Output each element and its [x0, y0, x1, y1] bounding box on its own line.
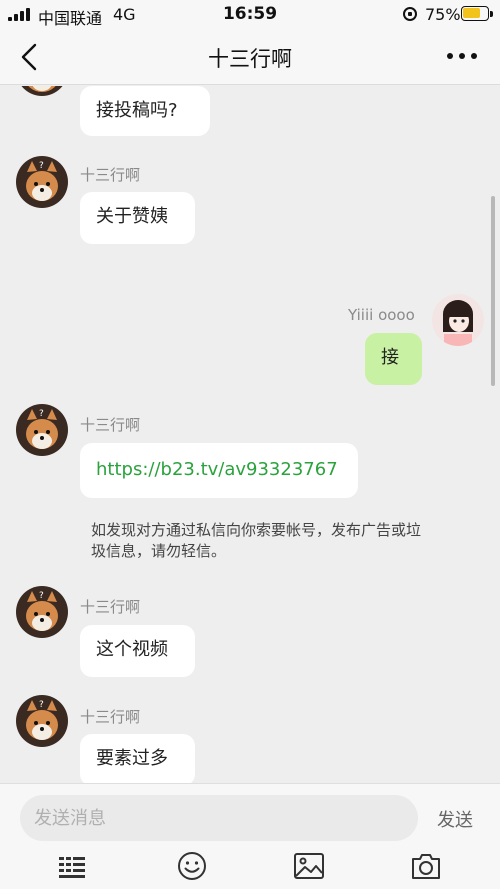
avatar[interactable]: [432, 294, 484, 346]
sender-name: 十三行啊: [80, 416, 141, 434]
my-message-bubble[interactable]: 接: [365, 333, 422, 385]
battery-icon: [461, 6, 489, 21]
status-bar: 中国联通 4G 16:59 75%: [0, 0, 500, 30]
scrollbar[interactable]: [491, 196, 495, 386]
battery-level-fill: [463, 8, 480, 18]
sender-name: Yiiii oooo: [348, 306, 415, 324]
message-bubble[interactable]: 关于赞姨: [80, 192, 195, 244]
message-input[interactable]: [20, 795, 418, 841]
camera-icon[interactable]: [410, 851, 442, 881]
nav-bar: 十三行啊: [0, 30, 500, 85]
shiba-avatar-icon: ?: [16, 404, 68, 456]
message-link[interactable]: https://b23.tv/av93323767: [96, 459, 338, 480]
sender-name: 十三行啊: [80, 166, 141, 184]
link-message-bubble: https://b23.tv/av93323767: [80, 443, 358, 498]
rotation-lock-icon: [403, 7, 417, 21]
avatar[interactable]: ?: [16, 586, 68, 638]
battery-percent: 75%: [425, 5, 461, 24]
send-button[interactable]: 发送: [437, 806, 473, 832]
svg-text:?: ?: [39, 161, 44, 171]
message-bubble[interactable]: 要素过多: [80, 734, 195, 783]
avatar[interactable]: ?: [16, 156, 68, 208]
message-list[interactable]: 接投稿吗? ? 十三行啊 关于赞姨 Yiiii oooo 接 ? 十三行啊 ht…: [0, 86, 500, 783]
input-bar: 发送: [0, 783, 500, 889]
keyboard-icon[interactable]: [56, 851, 88, 881]
shiba-avatar-icon: ?: [16, 586, 68, 638]
avatar[interactable]: ?: [16, 695, 68, 747]
ellipsis-icon[interactable]: [445, 46, 479, 66]
svg-text:?: ?: [39, 591, 44, 601]
shiba-avatar-icon: ?: [16, 695, 68, 747]
sender-name: 十三行啊: [80, 598, 141, 616]
emoji-icon[interactable]: [176, 851, 208, 881]
svg-text:?: ?: [39, 409, 44, 419]
page-title: 十三行啊: [208, 47, 292, 71]
sender-name: 十三行啊: [80, 708, 141, 726]
message-bubble[interactable]: 这个视频: [80, 625, 195, 677]
security-notice: 如发现对方通过私信向你索要帐号，发布广告或垃圾信息，请勿轻信。: [91, 521, 422, 560]
message-bubble[interactable]: 接投稿吗?: [80, 86, 210, 136]
avatar[interactable]: [16, 86, 68, 96]
image-icon[interactable]: [293, 851, 325, 881]
avatar[interactable]: ?: [16, 404, 68, 456]
shiba-avatar-icon: ?: [16, 156, 68, 208]
svg-text:?: ?: [39, 700, 44, 710]
girl-avatar-icon: [432, 294, 484, 346]
